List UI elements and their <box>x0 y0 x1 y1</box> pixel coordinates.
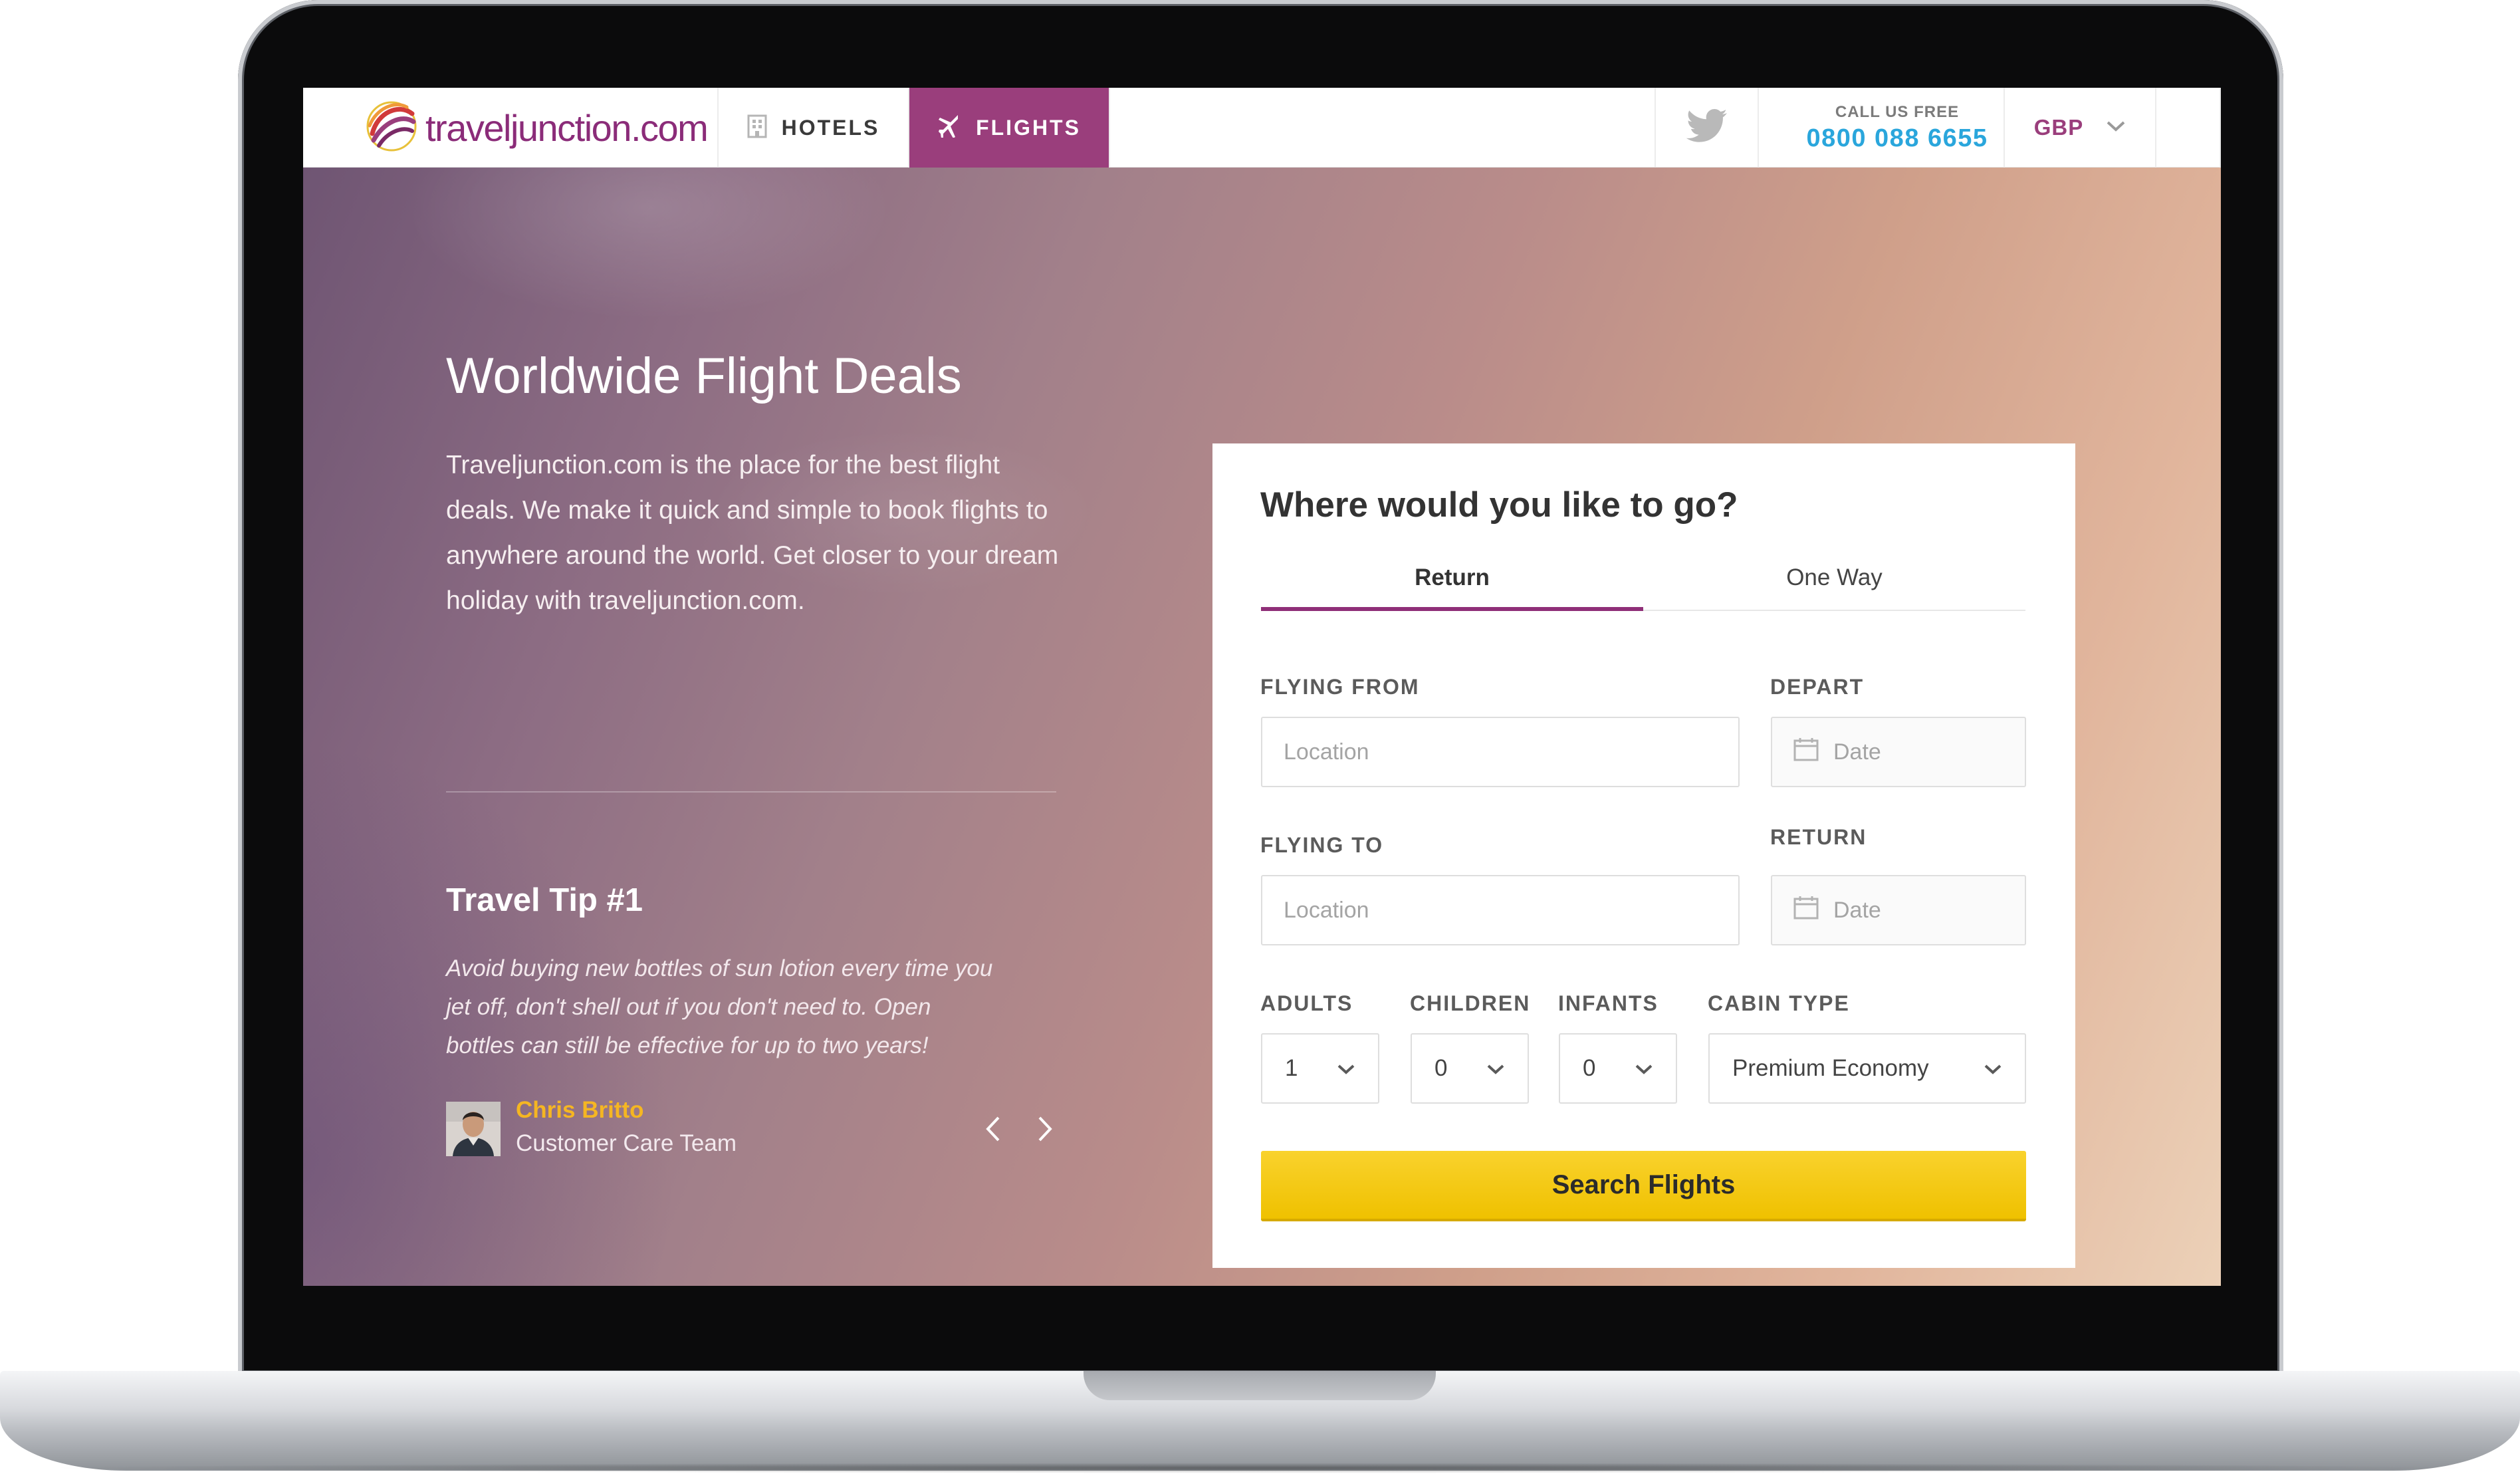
tab-return-label: Return <box>1415 564 1490 590</box>
children-value: 0 <box>1434 1055 1448 1081</box>
chevron-down-icon <box>1984 1055 2002 1082</box>
avatar <box>446 1102 501 1156</box>
tab-flights[interactable]: FLIGHTS <box>909 88 1110 168</box>
cabin-type-select[interactable]: Premium Economy <box>1708 1033 2026 1104</box>
flying-to-label: FLYING TO <box>1260 833 1384 857</box>
logo-text: traveljunction.com <box>425 106 709 149</box>
calendar-icon <box>1793 737 1819 767</box>
adults-select[interactable]: 1 <box>1261 1033 1379 1104</box>
search-flights-button[interactable]: Search Flights <box>1261 1151 2026 1221</box>
currency-label: GBP <box>2033 115 2084 140</box>
hero-section: Worldwide Flight Deals Traveljunction.co… <box>303 168 2221 1286</box>
flying-to-placeholder: Location <box>1284 897 1369 923</box>
previous-tip-button[interactable] <box>980 1110 1006 1150</box>
chevron-down-icon <box>2106 120 2126 136</box>
currency-selector[interactable]: GBP <box>2005 88 2156 168</box>
depart-date-placeholder: Date <box>1833 739 1881 765</box>
flying-from-input[interactable]: Location <box>1261 717 1740 787</box>
chevron-right-icon <box>1037 1116 1053 1146</box>
phone-number[interactable]: 0800 088 6655 <box>1806 124 1988 153</box>
chevron-down-icon <box>1486 1055 1505 1082</box>
return-date-input[interactable]: Date <box>1771 875 2026 945</box>
flying-from-label: FLYING FROM <box>1260 675 1420 699</box>
infants-value: 0 <box>1583 1055 1596 1081</box>
call-us-label: CALL US FREE <box>1835 102 1960 121</box>
tab-flights-label: FLIGHTS <box>976 115 1081 140</box>
chevron-left-icon <box>985 1116 1001 1146</box>
calendar-icon <box>1793 896 1819 925</box>
author-role: Customer Care Team <box>516 1130 737 1156</box>
tab-one-way[interactable]: One Way <box>1643 564 2025 611</box>
hero-description: Traveljunction.com is the place for the … <box>446 451 1059 615</box>
flying-to-input[interactable]: Location <box>1261 875 1740 945</box>
chevron-down-icon <box>1337 1055 1355 1082</box>
tab-one-way-label: One Way <box>1786 564 1883 590</box>
flying-from-placeholder: Location <box>1284 739 1369 765</box>
laptop-shadow <box>40 1463 2479 1473</box>
adults-label: ADULTS <box>1260 991 1353 1015</box>
twitter-icon <box>1686 108 1728 147</box>
laptop-notch <box>1084 1371 1436 1400</box>
tab-return[interactable]: Return <box>1261 564 1643 611</box>
cabin-type-value: Premium Economy <box>1732 1055 1929 1081</box>
twitter-link[interactable] <box>1656 88 1759 168</box>
site-logo[interactable]: traveljunction.com <box>303 88 719 168</box>
infants-select[interactable]: 0 <box>1559 1033 1677 1104</box>
top-navigation: traveljunction.com HOTELS FLIGHTS CALL U… <box>303 88 2221 168</box>
infants-label: INFANTS <box>1558 991 1659 1015</box>
screen: traveljunction.com HOTELS FLIGHTS CALL U… <box>303 88 2221 1286</box>
hero-divider <box>446 791 1056 793</box>
chevron-down-icon <box>1635 1055 1653 1082</box>
search-flights-label: Search Flights <box>1551 1169 1736 1199</box>
plane-icon <box>937 114 960 141</box>
author-name: Chris Britto <box>516 1097 644 1123</box>
depart-label: DEPART <box>1770 675 1865 699</box>
call-us[interactable]: CALL US FREE 0800 088 6655 <box>1759 88 2005 168</box>
return-label: RETURN <box>1770 825 1867 849</box>
tab-hotels[interactable]: HOTELS <box>719 88 909 168</box>
children-select[interactable]: 0 <box>1411 1033 1529 1104</box>
logo-swirl-icon <box>364 99 419 157</box>
nav-end <box>2156 88 2221 168</box>
travel-tip-text: Avoid buying new bottles of sun lotion e… <box>446 955 993 1058</box>
hero-title: Worldwide Flight Deals <box>446 348 962 404</box>
tab-hotels-label: HOTELS <box>781 115 880 140</box>
flight-search-card: Where would you like to go? Return One W… <box>1212 443 2075 1268</box>
adults-value: 1 <box>1285 1055 1298 1081</box>
hotel-building-icon <box>747 114 767 142</box>
travel-tip-title: Travel Tip #1 <box>446 882 643 918</box>
nav-spacer <box>1110 88 1656 167</box>
return-date-placeholder: Date <box>1833 897 1881 923</box>
cabin-type-label: CABIN TYPE <box>1708 991 1850 1015</box>
children-label: CHILDREN <box>1410 991 1531 1015</box>
depart-date-input[interactable]: Date <box>1771 717 2026 787</box>
next-tip-button[interactable] <box>1032 1110 1058 1150</box>
search-card-title: Where would you like to go? <box>1260 485 1738 525</box>
